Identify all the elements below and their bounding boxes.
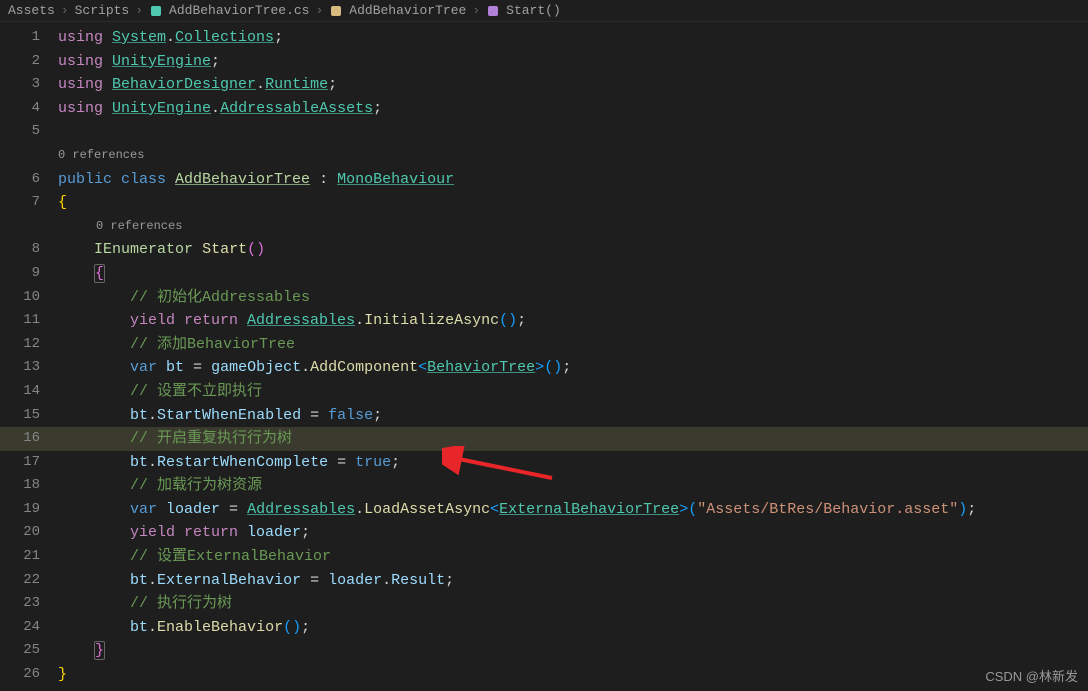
line-number: 12 (0, 333, 40, 357)
code-line[interactable]: { (58, 191, 1088, 215)
line-number: 16 (0, 427, 40, 451)
code-line[interactable]: // 执行行为树 (58, 592, 1088, 616)
line-number: 10 (0, 286, 40, 310)
line-number: 25 (0, 639, 40, 663)
breadcrumb-separator: › (61, 3, 69, 18)
breadcrumb-item[interactable]: AddBehaviorTree.cs (169, 3, 309, 18)
code-line[interactable]: bt.StartWhenEnabled = false; (58, 404, 1088, 428)
code-line[interactable]: // 初始化Addressables (58, 286, 1088, 310)
code-area[interactable]: using System.Collections;using UnityEngi… (58, 22, 1088, 689)
line-number: 26 (0, 663, 40, 687)
line-number: 6 (0, 168, 40, 192)
line-number: 7 (0, 191, 40, 215)
line-number-gutter: 1234567891011121314151617181920212223242… (0, 22, 58, 689)
code-line[interactable]: yield return Addressables.InitializeAsyn… (58, 309, 1088, 333)
line-number: 13 (0, 356, 40, 380)
breadcrumb-item[interactable]: Scripts (75, 3, 130, 18)
line-number: 17 (0, 451, 40, 475)
line-number: 14 (0, 380, 40, 404)
line-number: 8 (0, 238, 40, 262)
line-number: 18 (0, 474, 40, 498)
codelens-references[interactable]: 0 references (58, 144, 1088, 168)
code-line[interactable]: } (58, 639, 1088, 663)
code-line[interactable]: using UnityEngine.AddressableAssets; (58, 97, 1088, 121)
code-line[interactable]: // 开启重复执行行为树 (58, 427, 1088, 451)
code-line[interactable]: } (58, 663, 1088, 687)
code-line[interactable]: // 设置不立即执行 (58, 380, 1088, 404)
breadcrumb-separator: › (315, 3, 323, 18)
code-line[interactable]: // 加载行为树资源 (58, 474, 1088, 498)
code-line[interactable]: IEnumerator Start() (58, 238, 1088, 262)
line-number: 9 (0, 262, 40, 286)
breadcrumb-separator: › (472, 3, 480, 18)
code-line[interactable]: public class AddBehaviorTree : MonoBehav… (58, 168, 1088, 192)
code-line[interactable]: bt.EnableBehavior(); (58, 616, 1088, 640)
code-editor[interactable]: 1234567891011121314151617181920212223242… (0, 22, 1088, 689)
code-line[interactable]: var loader = Addressables.LoadAssetAsync… (58, 498, 1088, 522)
watermark: CSDN @林新发 (985, 666, 1078, 685)
breadcrumb-item[interactable]: Assets (8, 3, 55, 18)
line-number: 5 (0, 120, 40, 144)
code-line[interactable] (58, 120, 1088, 144)
codelens-references[interactable]: 0 references (58, 215, 1088, 239)
code-line[interactable]: var bt = gameObject.AddComponent<Behavio… (58, 356, 1088, 380)
code-line[interactable]: bt.RestartWhenComplete = true; (58, 451, 1088, 475)
code-line[interactable]: using UnityEngine; (58, 50, 1088, 74)
line-number: 20 (0, 521, 40, 545)
breadcrumb-item[interactable]: Start() (506, 3, 561, 18)
csharp-file-icon (149, 4, 163, 18)
line-number: 24 (0, 616, 40, 640)
breadcrumb[interactable]: Assets › Scripts › AddBehaviorTree.cs › AddBeh… (0, 0, 1088, 22)
line-number: 11 (0, 309, 40, 333)
line-number: 19 (0, 498, 40, 522)
code-line[interactable]: using System.Collections; (58, 26, 1088, 50)
code-line[interactable]: // 设置ExternalBehavior (58, 545, 1088, 569)
code-line[interactable]: { (58, 262, 1088, 286)
class-icon (329, 4, 343, 18)
line-number: 1 (0, 26, 40, 50)
code-line[interactable]: // 添加BehaviorTree (58, 333, 1088, 357)
line-number: 3 (0, 73, 40, 97)
code-line[interactable]: bt.ExternalBehavior = loader.Result; (58, 569, 1088, 593)
code-line[interactable]: using BehaviorDesigner.Runtime; (58, 73, 1088, 97)
line-number: 15 (0, 404, 40, 428)
line-number: 22 (0, 569, 40, 593)
line-number: 4 (0, 97, 40, 121)
code-line[interactable]: yield return loader; (58, 521, 1088, 545)
method-icon (486, 4, 500, 18)
line-number: 21 (0, 545, 40, 569)
line-number: 23 (0, 592, 40, 616)
breadcrumb-separator: › (135, 3, 143, 18)
line-number: 2 (0, 50, 40, 74)
breadcrumb-item[interactable]: AddBehaviorTree (349, 3, 466, 18)
